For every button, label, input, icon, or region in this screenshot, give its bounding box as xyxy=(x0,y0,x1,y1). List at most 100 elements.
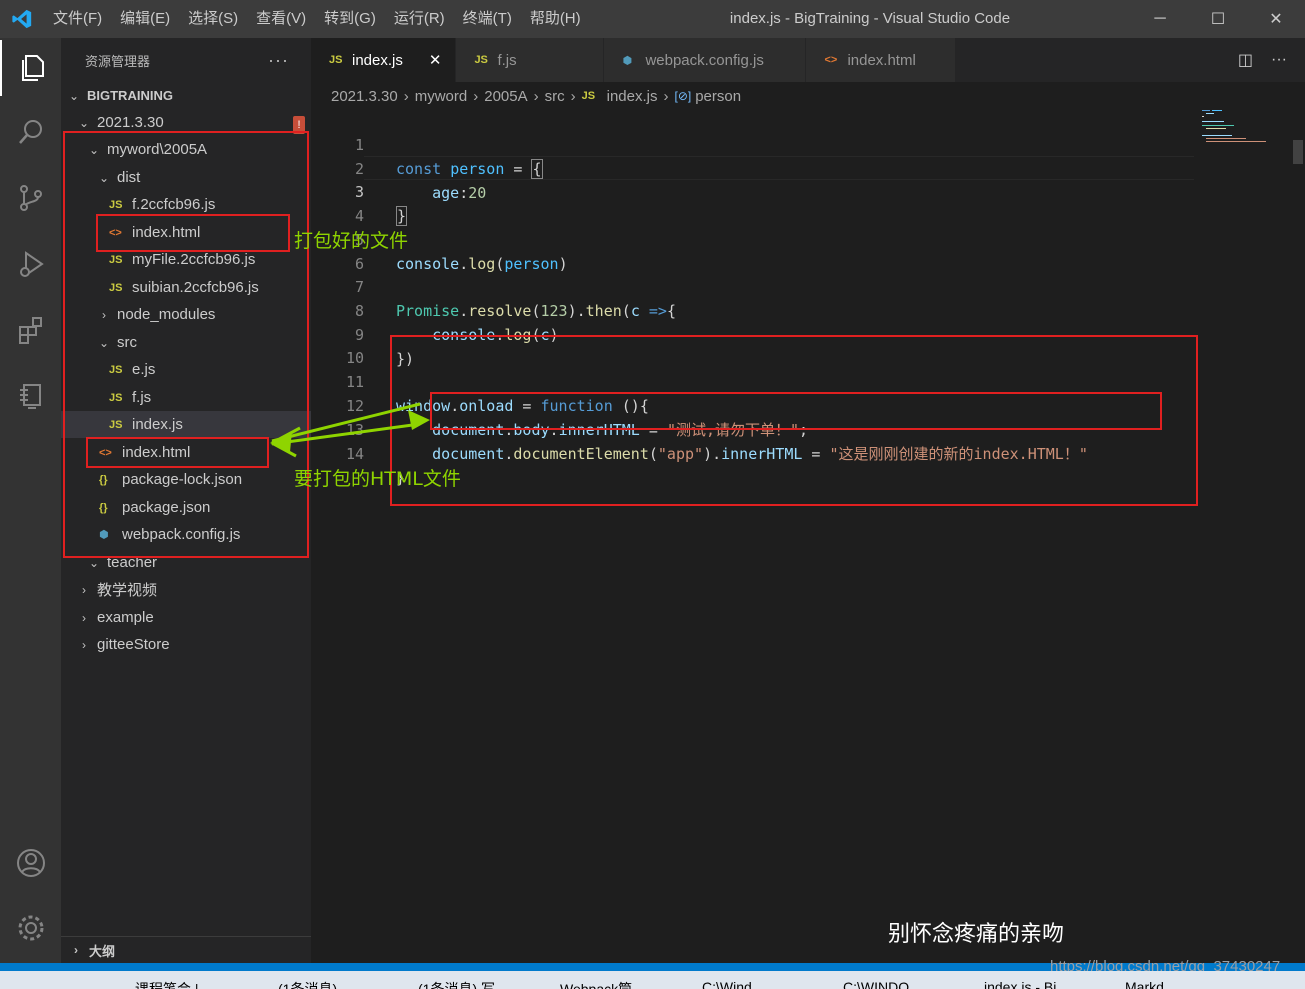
taskbar-item[interactable]: Markd xyxy=(1125,979,1164,989)
chevron-right-icon: › xyxy=(82,582,86,597)
breadcrumb-separator-icon: › xyxy=(570,87,576,105)
vscode-logo-icon xyxy=(0,0,44,38)
breadcrumb-item[interactable]: 2005A xyxy=(484,88,527,105)
taskbar-item[interactable]: index.js - Bi xyxy=(984,979,1056,989)
annotation-src-html-box xyxy=(86,437,269,468)
split-editor-icon[interactable]: ◫ xyxy=(1238,50,1253,70)
code-line-3: 3 } xyxy=(311,156,1201,226)
taskbar-item[interactable]: 课程笔会 | xyxy=(135,979,199,989)
tree-item-label: gitteeStore xyxy=(97,636,170,653)
taskbar-item[interactable]: (1条消息) 写 xyxy=(418,979,495,989)
tab-label: webpack.config.js xyxy=(645,51,764,69)
code-line-5: 5 console.log(person) xyxy=(311,204,1201,273)
chevron-right-icon: › xyxy=(82,610,86,625)
variable-symbol-icon: [⊘] xyxy=(674,89,692,103)
extensions-icon[interactable] xyxy=(0,302,61,358)
tree-folder-example[interactable]: › example xyxy=(61,604,311,631)
taskbar-item[interactable]: Webpack筒 xyxy=(560,979,632,989)
line-number: 14 xyxy=(345,445,364,463)
breadcrumb: 2021.3.30 › myword › 2005A › src › JS index.… xyxy=(331,84,741,108)
breadcrumb-separator-icon: › xyxy=(403,87,409,105)
code-line-6: 6 xyxy=(311,228,1201,273)
tree-folder-teaching-videos[interactable]: › 教学视频 xyxy=(61,576,311,603)
code-line-8: 8 console.log(c) xyxy=(311,275,1201,344)
minimap[interactable] xyxy=(1200,108,1288,148)
minimize-button[interactable]: ─ xyxy=(1131,0,1189,38)
windows-taskbar: 课程笔会 | (1条消息) (1条消息) 写 Webpack筒 C:\Wind … xyxy=(0,971,1305,989)
breadcrumb-item[interactable]: src xyxy=(545,88,565,105)
tab-f-js[interactable]: JS f.js xyxy=(456,38,605,82)
code-editor[interactable]: 1 const person = { 2 age:20 3 } 4 5 cons… xyxy=(311,108,1305,963)
menu-terminal[interactable]: 终端(T) xyxy=(454,0,521,38)
explorer-more-button[interactable]: ··· xyxy=(268,50,289,71)
breadcrumb-item[interactable]: person xyxy=(695,88,741,105)
window-title: index.js - BigTraining - Visual Studio C… xyxy=(729,10,1011,27)
taskbar-item[interactable]: (1条消息) xyxy=(278,979,337,989)
tab-index-html[interactable]: <> index.html xyxy=(806,38,957,82)
close-window-button[interactable]: ✕ xyxy=(1247,0,1305,38)
run-debug-icon[interactable] xyxy=(0,236,61,292)
code-line-7: 7 Promise.resolve(123).then(c =>{ xyxy=(311,251,1201,320)
close-tab-icon[interactable]: ✕ xyxy=(429,51,442,69)
menu-go[interactable]: 转到(G) xyxy=(315,0,385,38)
js-file-icon: JS xyxy=(474,54,488,66)
code-line-4: 4 xyxy=(311,180,1201,225)
annotation-dist-html-box xyxy=(96,214,290,252)
more-actions-icon[interactable]: ··· xyxy=(1271,51,1287,69)
account-icon[interactable] xyxy=(0,835,61,891)
tree-item-label: 教学视频 xyxy=(97,582,158,599)
title-bar: 文件(F) 编辑(E) 选择(S) 查看(V) 转到(G) 运行(R) 终端(T… xyxy=(0,0,1305,38)
chevron-right-icon: › xyxy=(82,637,86,652)
taskbar-item[interactable]: C:\Wind xyxy=(702,979,752,989)
tree-item-label: 2021.3.30 xyxy=(97,114,164,131)
js-file-icon: JS xyxy=(329,54,343,66)
tab-actions: ◫ ··· xyxy=(1238,38,1305,82)
outline-section[interactable]: › 大纲 xyxy=(61,936,311,963)
source-control-icon[interactable] xyxy=(0,170,61,226)
settings-gear-icon[interactable] xyxy=(0,900,61,956)
breadcrumb-separator-icon: › xyxy=(533,87,539,105)
html-file-icon: <> xyxy=(824,54,838,66)
breadcrumb-item[interactable]: 2021.3.30 xyxy=(331,88,398,105)
explorer-icon[interactable] xyxy=(0,40,61,96)
tree-item-label: example xyxy=(97,609,154,626)
annotation-html-to-pack-label: 要打包的HTML文件 xyxy=(294,468,461,490)
chevron-right-icon: › xyxy=(74,943,78,957)
code-line-2: 2 age:20 xyxy=(311,133,1201,202)
workspace-root[interactable]: ⌄ BIGTRAINING xyxy=(61,82,311,109)
chevron-down-icon: ⌄ xyxy=(78,115,90,130)
menu-file[interactable]: 文件(F) xyxy=(44,0,111,38)
tab-label: index.html xyxy=(847,51,916,69)
breadcrumb-separator-icon: › xyxy=(663,87,669,105)
code-line-9: 9 }) xyxy=(311,299,1201,368)
menu-run[interactable]: 运行(R) xyxy=(385,0,454,38)
breadcrumb-item[interactable]: myword xyxy=(415,88,468,105)
explorer-title: 资源管理器 xyxy=(85,53,151,69)
annotation-line13-box xyxy=(430,392,1162,430)
menu-edit[interactable]: 编辑(E) xyxy=(111,0,179,38)
window-controls: ─ ☐ ✕ xyxy=(1131,0,1305,38)
taskbar-item[interactable]: C:\WINDO xyxy=(843,979,909,989)
menu-bar: 文件(F) 编辑(E) 选择(S) 查看(V) 转到(G) 运行(R) 终端(T… xyxy=(44,0,590,38)
workspace-root-label: BIGTRAINING xyxy=(87,88,173,103)
editor-tabs: JS index.js ✕ JS f.js ⬢ webpack.config.j… xyxy=(311,38,1305,82)
vertical-scrollbar[interactable] xyxy=(1293,140,1303,164)
code-line-1: 1 const person = { xyxy=(311,109,1201,179)
webpack-file-icon: ⬢ xyxy=(622,54,633,67)
search-icon[interactable] xyxy=(0,104,61,160)
js-file-icon: JS xyxy=(581,90,596,102)
activity-bar xyxy=(0,38,61,963)
tree-folder-gitteestore[interactable]: › gitteeStore xyxy=(61,631,311,658)
remote-explorer-icon[interactable] xyxy=(0,368,61,424)
menu-view[interactable]: 查看(V) xyxy=(247,0,315,38)
annotation-project-box xyxy=(63,131,309,558)
tab-label: f.js xyxy=(497,51,517,69)
tab-index-js[interactable]: JS index.js ✕ xyxy=(311,38,457,82)
tab-label: index.js xyxy=(352,51,403,69)
menu-selection[interactable]: 选择(S) xyxy=(179,0,247,38)
tab-webpack-config-js[interactable]: ⬢ webpack.config.js xyxy=(604,38,807,82)
maximize-button[interactable]: ☐ xyxy=(1189,0,1247,38)
menu-help[interactable]: 帮助(H) xyxy=(521,0,590,38)
chevron-down-icon: ⌄ xyxy=(68,88,80,103)
breadcrumb-item[interactable]: index.js xyxy=(607,88,658,105)
